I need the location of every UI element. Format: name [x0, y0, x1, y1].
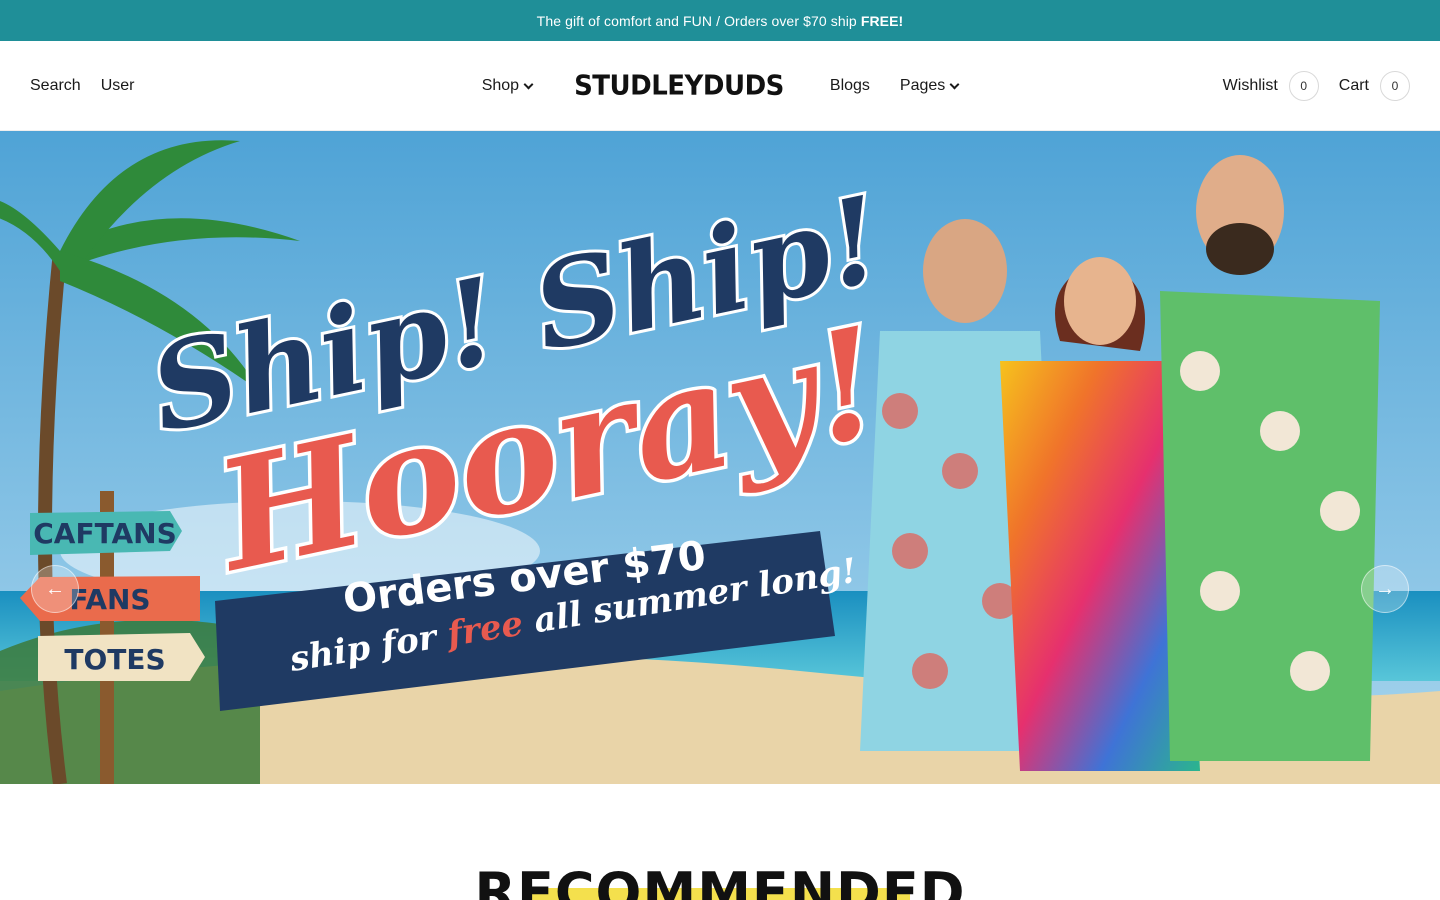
hero-banner-image: CAFTANS FANS TOTES Ship! Ship! Hooray! O… [0, 131, 1440, 784]
wishlist-link[interactable]: Wishlist 0 [1222, 70, 1319, 101]
site-logo[interactable]: STUDLEYDUDS [574, 70, 784, 102]
slide-next-button[interactable]: → [1361, 565, 1409, 613]
sign-totes: TOTES [64, 643, 165, 676]
sign-fans: FANS [69, 583, 150, 616]
chevron-down-icon [949, 79, 960, 89]
logo-part1: STUDLEY [574, 70, 703, 102]
slide-prev-button[interactable]: ← [31, 565, 79, 613]
cart-label: Cart [1338, 76, 1369, 94]
nav-blogs-label: Blogs [829, 77, 870, 94]
user-link[interactable]: User [101, 77, 135, 95]
arrow-right-icon: → [1375, 577, 1395, 600]
section-title: RECOMMENDED [0, 866, 1440, 900]
arrow-left-icon: ← [45, 577, 65, 600]
recommended-section: RECOMMENDED [0, 784, 1440, 900]
sign-caftans: CAFTANS [33, 517, 177, 550]
nav-shop[interactable]: Shop [481, 77, 534, 95]
wishlist-label: Wishlist [1222, 76, 1278, 94]
announcement-bar: The gift of comfort and FUN / Orders ove… [0, 0, 1440, 41]
nav-blogs[interactable]: Blogs [830, 77, 870, 95]
search-link[interactable]: Search [30, 77, 81, 95]
logo-part2: DUDS [702, 70, 785, 102]
cart-link[interactable]: Cart 0 [1338, 70, 1410, 101]
nav-shop-label: Shop [481, 77, 520, 94]
header-actions: Wishlist 0 Cart 0 [1222, 70, 1410, 101]
header-utility-links: Search User [30, 77, 134, 95]
wishlist-count-badge: 0 [1288, 70, 1319, 101]
nav-pages[interactable]: Pages [899, 77, 960, 95]
chevron-down-icon [523, 79, 534, 89]
nav-pages-label: Pages [899, 77, 946, 94]
site-header: Search User Shop STUDLEYDUDS Blogs Pages… [0, 41, 1440, 131]
section-title-text: RECOMMENDED [474, 861, 966, 900]
announcement-free: FREE! [860, 12, 904, 29]
cart-count-badge: 0 [1380, 70, 1410, 101]
hero-slideshow[interactable]: CAFTANS FANS TOTES Ship! Ship! Hooray! O… [0, 131, 1440, 784]
announcement-text: The gift of comfort and FUN / Orders ove… [536, 12, 857, 29]
